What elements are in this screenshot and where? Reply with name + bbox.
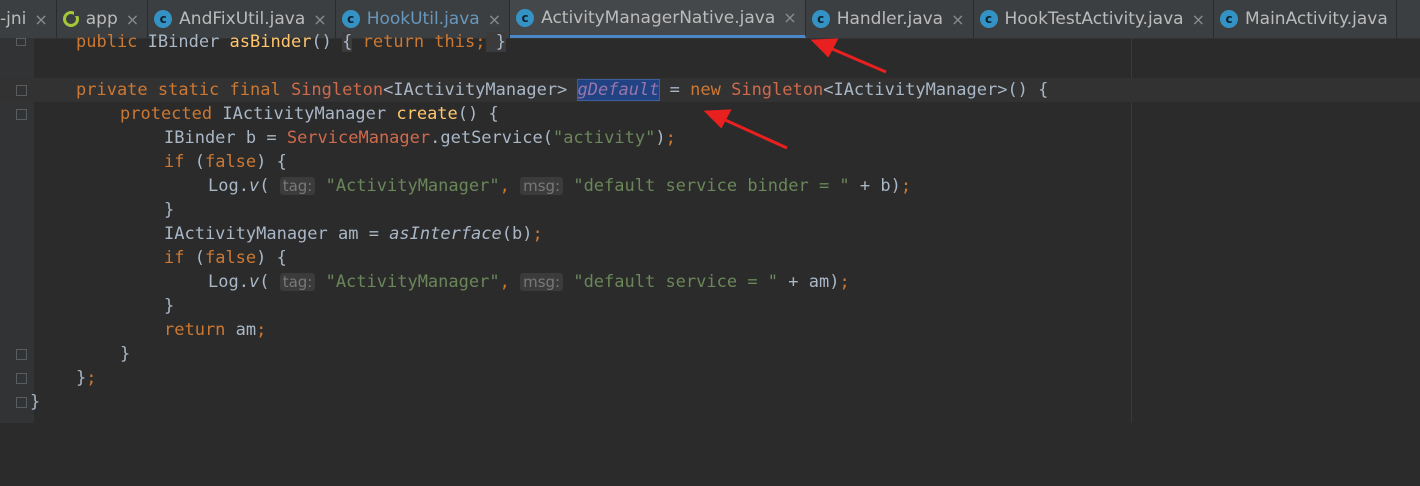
arrow-to-active-tab xyxy=(810,38,887,74)
arrow-to-gdefault xyxy=(703,109,788,150)
annotation-arrows xyxy=(703,38,887,150)
